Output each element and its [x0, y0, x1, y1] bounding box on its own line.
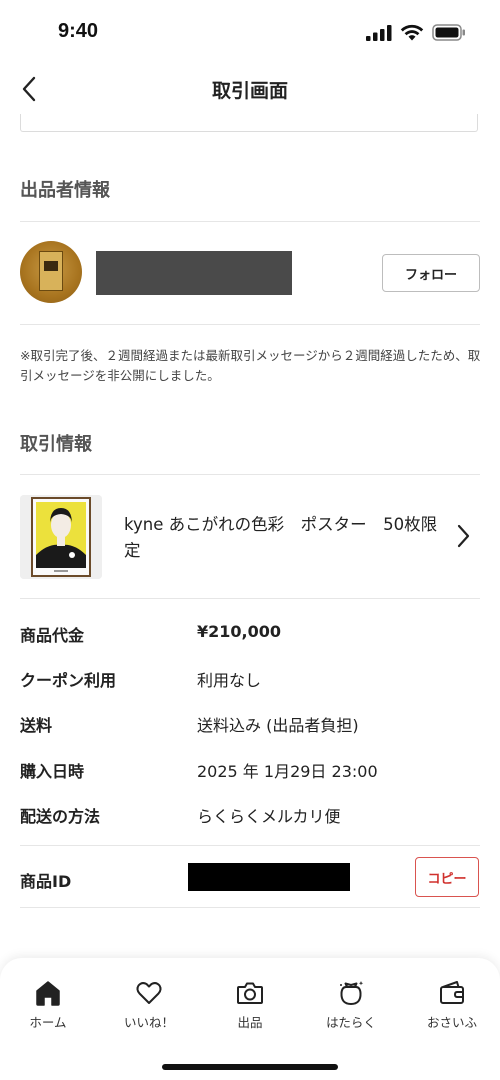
purchase-date-value: 2025 年 1月29日 23:00	[197, 762, 378, 781]
coupon-label: クーポン利用	[20, 671, 117, 690]
seller-avatar[interactable]	[20, 241, 82, 303]
product-id-label: 商品ID	[20, 872, 72, 891]
previous-card-edge	[20, 114, 478, 132]
seller-section-title: 出品者情報	[20, 180, 110, 201]
coupon-value: 利用なし	[197, 671, 262, 690]
page-title: 取引画面	[211, 80, 288, 102]
avatar-image-detail	[44, 261, 58, 271]
item-name: kyne あこがれの色彩 ポスター 50枚限定	[124, 515, 438, 560]
divider	[20, 598, 480, 599]
redacted-seller-name[interactable]	[96, 251, 292, 295]
navigation-bar: 取引画面	[0, 64, 500, 114]
tab-wallet[interactable]: おさいふ	[412, 978, 492, 1031]
tab-listing[interactable]: 出品	[210, 978, 290, 1031]
item-thumbnail	[20, 495, 102, 579]
tab-wallet-label: おさいふ	[426, 1015, 477, 1030]
shipping-fee-label: 送料	[20, 716, 53, 735]
shipping-method-value: らくらくメルカリ便	[197, 807, 341, 826]
signal-icon	[366, 24, 392, 41]
follow-button[interactable]: フォロー	[382, 254, 480, 292]
tab-likes[interactable]: いいね！	[109, 978, 189, 1031]
divider	[20, 474, 480, 475]
chevron-right-icon	[457, 524, 470, 548]
shipping-fee-value: 送料込み (出品者負担)	[197, 716, 359, 735]
tab-home-label: ホーム	[29, 1015, 67, 1030]
tab-listing-label: 出品	[237, 1015, 263, 1030]
bottom-tab-bar: ホーム いいね！ 出品 はたらく おさいふ	[0, 958, 500, 1080]
redacted-product-id	[188, 863, 350, 891]
divider	[20, 324, 480, 325]
message-hidden-notice: ※取引完了後、２週間経過または最新取引メッセージから２週間経過したため、取引メッ…	[20, 348, 481, 383]
purchase-date-label: 購入日時	[20, 762, 85, 781]
tab-likes-label: いいね！	[123, 1015, 174, 1030]
divider	[20, 845, 480, 846]
status-time: 9:40	[58, 20, 99, 42]
status-icons	[366, 24, 466, 41]
battery-icon	[432, 24, 465, 41]
divider	[20, 907, 480, 908]
transaction-section-title: 取引情報	[20, 434, 92, 455]
divider	[20, 221, 480, 222]
shipping-method-label: 配送の方法	[20, 807, 101, 826]
copy-button[interactable]: コピー	[415, 857, 479, 897]
status-bar: 9:40	[0, 0, 500, 64]
price-value: ¥210,000	[197, 622, 282, 641]
heart-icon	[136, 982, 162, 1004]
poster-image	[20, 495, 102, 579]
price-label: 商品代金	[20, 626, 85, 645]
camera-icon	[237, 982, 263, 1004]
tab-work-label: はたらく	[326, 1015, 376, 1030]
home-indicator[interactable]	[162, 1064, 338, 1070]
home-icon	[36, 981, 60, 1006]
tab-work[interactable]: はたらく	[311, 978, 391, 1031]
wallet-icon	[440, 981, 464, 1004]
avatar-image-detail	[39, 251, 63, 291]
tab-home[interactable]: ホーム	[8, 978, 88, 1031]
wifi-icon	[400, 24, 424, 41]
work-bag-icon	[340, 981, 364, 1005]
